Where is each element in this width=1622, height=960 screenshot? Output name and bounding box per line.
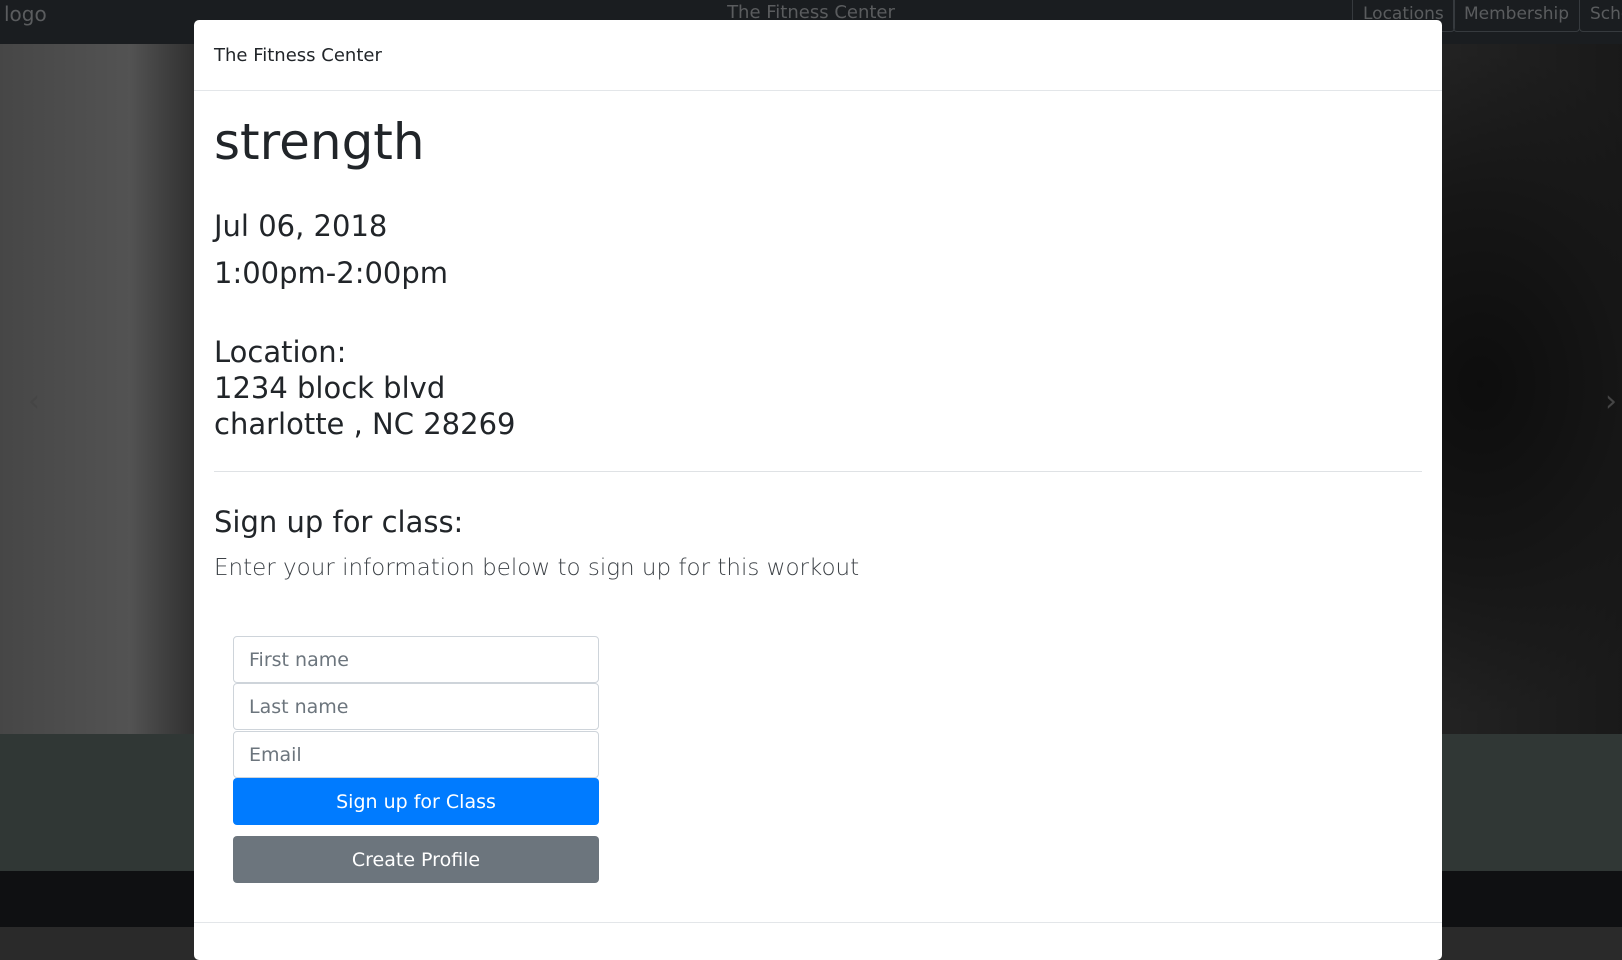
modal-footer-divider <box>194 922 1442 923</box>
class-signup-modal: The Fitness Center strength Jul 06, 2018… <box>194 20 1442 960</box>
class-date: Jul 06, 2018 <box>214 209 388 243</box>
first-name-input[interactable] <box>233 636 599 683</box>
modal-title: The Fitness Center <box>214 45 382 66</box>
email-input[interactable] <box>233 731 599 778</box>
class-time: 1:00pm-2:00pm <box>214 256 449 290</box>
class-location: Location: 1234 block blvd charlotte , NC… <box>214 334 515 442</box>
modal-header: The Fitness Center <box>194 20 1442 91</box>
last-name-input[interactable] <box>233 683 599 730</box>
divider <box>214 471 1422 472</box>
address-line-1: 1234 block blvd <box>214 371 446 405</box>
signup-title: Sign up for class: <box>214 505 464 539</box>
signup-subtitle: Enter your information below to sign up … <box>214 555 860 581</box>
address-line-2: charlotte , NC 28269 <box>214 407 516 441</box>
create-profile-button[interactable]: Create Profile <box>233 836 599 883</box>
location-label: Location: <box>214 335 347 369</box>
sign-up-for-class-button[interactable]: Sign up for Class <box>233 778 599 825</box>
class-name: strength <box>214 113 425 171</box>
